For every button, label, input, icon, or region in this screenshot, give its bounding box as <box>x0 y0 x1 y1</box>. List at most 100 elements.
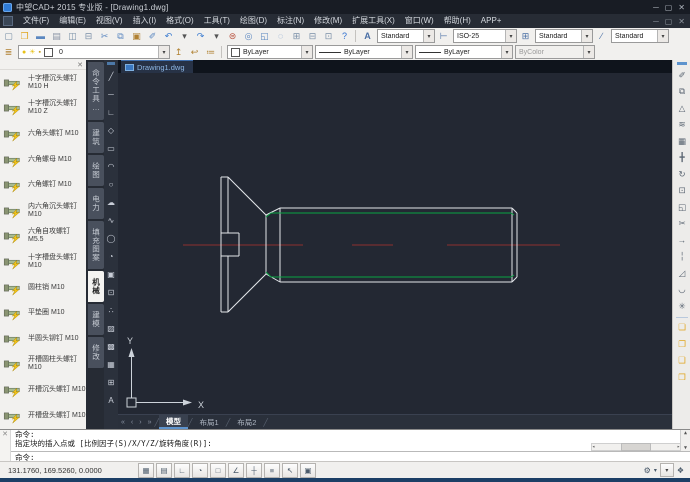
palette-tab[interactable]: 绘图 <box>88 155 104 186</box>
gear-icon[interactable]: ⚙ <box>644 466 651 475</box>
screw-list-item[interactable]: 内六角沉头螺钉 M10 <box>0 198 86 224</box>
make-object-layer-current-button[interactable]: ↥ <box>171 45 186 60</box>
layout-nav-icon[interactable]: ‹ <box>128 419 136 426</box>
make-block-tool[interactable]: ⊡ <box>105 283 118 301</box>
screw-list-item[interactable]: 六角头螺钉 M10 <box>0 121 86 147</box>
mleader-style-combo[interactable]: Standard▾ <box>611 29 669 43</box>
bring-above-button[interactable]: ❑ <box>675 353 690 370</box>
menu-item[interactable]: 标注(N) <box>272 14 309 28</box>
toolbar-grip[interactable] <box>107 62 115 65</box>
clean-screen-icon[interactable]: ❖ <box>677 466 684 475</box>
rotate-button[interactable]: ↻ <box>675 166 690 183</box>
layer-states-button[interactable]: ≔ <box>203 45 218 60</box>
move-button[interactable]: ╋ <box>675 150 690 167</box>
ducs-toggle[interactable]: ┼ <box>246 463 262 478</box>
spline-tool[interactable]: ∿ <box>105 211 118 229</box>
gear-dropdown-icon[interactable]: ▾ <box>654 467 657 474</box>
screw-list-item[interactable]: 六角螺钉 M10 <box>0 172 86 198</box>
copy-button[interactable]: ⧉ <box>113 29 128 44</box>
scroll-left-icon[interactable]: ◂ <box>592 444 595 450</box>
copy-button[interactable]: ⧉ <box>675 84 690 101</box>
mirror-button[interactable]: △ <box>675 100 690 117</box>
snap-toggle[interactable]: ▦ <box>138 463 154 478</box>
menu-item[interactable]: 修改(M) <box>309 14 347 28</box>
ortho-toggle[interactable]: ∟ <box>174 463 190 478</box>
menu-item[interactable]: 扩展工具(X) <box>347 14 400 28</box>
circle-tool[interactable]: ○ <box>105 175 118 193</box>
grid-toggle[interactable]: ▤ <box>156 463 172 478</box>
menu-item[interactable]: 帮助(H) <box>439 14 476 28</box>
maximize-button[interactable]: ▢ <box>665 3 673 12</box>
polygon-tool[interactable]: ◇ <box>105 121 118 139</box>
bring-to-front-button[interactable]: ❏ <box>675 320 690 337</box>
new-button[interactable]: ▢ <box>1 29 16 44</box>
table-tool[interactable]: ⊞ <box>105 373 118 391</box>
region-tool[interactable]: ▦ <box>105 355 118 373</box>
zoom-realtime-button[interactable]: ◎ <box>241 29 256 44</box>
layout-button[interactable]: ⊡ <box>321 29 336 44</box>
dyn-toggle[interactable]: ↖ <box>282 463 298 478</box>
doc-close-button[interactable]: ✕ <box>678 17 685 26</box>
point-tool[interactable]: ∴ <box>105 301 118 319</box>
table-style-combo[interactable]: Standard▾ <box>535 29 593 43</box>
doc-minimize-button[interactable]: ─ <box>653 17 659 26</box>
ellipse-tool[interactable]: ◯ <box>105 229 118 247</box>
menu-item[interactable]: 编辑(E) <box>54 14 91 28</box>
doc-restore-button[interactable]: ▢ <box>665 17 673 26</box>
stretch-button[interactable]: ◱ <box>675 199 690 216</box>
scroll-up-icon[interactable]: ▲ <box>684 430 687 436</box>
otrack-toggle[interactable]: ∠ <box>228 463 244 478</box>
redo-dropdown[interactable]: ▾ <box>209 29 224 44</box>
palette-close-icon[interactable]: ✕ <box>77 61 83 69</box>
command-vscrollbar[interactable]: ▲ ▼ <box>680 430 690 451</box>
named-views-button[interactable]: ⊟ <box>305 29 320 44</box>
menu-item[interactable]: 窗口(W) <box>400 14 439 28</box>
palette-tab[interactable]: 电力 <box>88 188 104 219</box>
open-button[interactable]: ❒ <box>17 29 32 44</box>
model-toggle[interactable]: ▣ <box>300 463 316 478</box>
toolbar-grip[interactable] <box>677 62 687 65</box>
layout-nav-icon[interactable]: › <box>136 419 144 426</box>
minimize-button[interactable]: ─ <box>653 3 659 12</box>
offset-button[interactable]: ≋ <box>675 117 690 134</box>
palette-tab[interactable]: 建筑 <box>88 122 104 153</box>
send-to-back-button[interactable]: ❐ <box>675 336 690 353</box>
layer-combo[interactable]: ● ☀ ▪ 0 ▾ <box>18 45 170 59</box>
menu-item[interactable]: 格式(O) <box>161 14 199 28</box>
screw-list-item[interactable]: 平垫圈 M10 <box>0 300 86 326</box>
redo-button[interactable]: ↷ <box>193 29 208 44</box>
match-properties-button[interactable]: ✐ <box>145 29 160 44</box>
viewports-button[interactable]: ⊞ <box>289 29 304 44</box>
erase-button[interactable]: ✐ <box>675 67 690 84</box>
osnap-toggle[interactable]: □ <box>210 463 226 478</box>
screw-list-item[interactable]: 六角自攻螺钉 M5.5 <box>0 224 86 250</box>
print-button[interactable]: ▤ <box>49 29 64 44</box>
document-tab[interactable]: Drawing1.dwg <box>121 60 193 73</box>
screw-list-item[interactable]: 开槽沉头螺钉 M10 <box>0 377 86 403</box>
pan-button[interactable]: ⊜ <box>225 29 240 44</box>
send-under-button[interactable]: ❒ <box>675 369 690 386</box>
screw-list-item[interactable]: 十字槽盘头螺钉 M10 <box>0 249 86 275</box>
screw-list-item[interactable]: 十字槽沉头螺钉 M10 Z <box>0 96 86 122</box>
screw-list-item[interactable]: 圆柱销 M10 <box>0 275 86 301</box>
palette-tab[interactable]: 建模 <box>88 304 104 335</box>
text-style-combo[interactable]: Standard▾ <box>377 29 435 43</box>
cut-button[interactable]: ✂ <box>97 29 112 44</box>
menu-item[interactable]: 视图(V) <box>91 14 128 28</box>
layout-nav-icon[interactable]: « <box>118 419 128 426</box>
command-history[interactable]: 命令:指定块的插入点或 [比例因子(S)/X/Y/Z/旋转角度(R)]: ◂ ▸… <box>11 430 690 461</box>
menu-item[interactable]: 插入(I) <box>128 14 162 28</box>
zoom-previous-button[interactable]: ◌ <box>273 29 288 44</box>
publish-button[interactable]: ⊟ <box>81 29 96 44</box>
drawing-viewport[interactable]: Y X <box>118 73 672 415</box>
palette-tab[interactable]: 修改 <box>88 337 104 368</box>
menu-item[interactable]: APP+ <box>476 14 507 28</box>
print-preview-button[interactable]: ◫ <box>65 29 80 44</box>
tray-dropdown[interactable]: ▾ <box>660 463 674 477</box>
line-tool[interactable]: ╱ <box>105 67 118 85</box>
menu-item[interactable]: 工具(T) <box>199 14 235 28</box>
close-button[interactable]: ✕ <box>678 3 685 12</box>
screw-list-item[interactable]: 六角螺母 M10 <box>0 147 86 173</box>
command-hscrollbar[interactable]: ◂ ▸ <box>591 443 681 451</box>
revision-cloud-tool[interactable]: ☁ <box>105 193 118 211</box>
